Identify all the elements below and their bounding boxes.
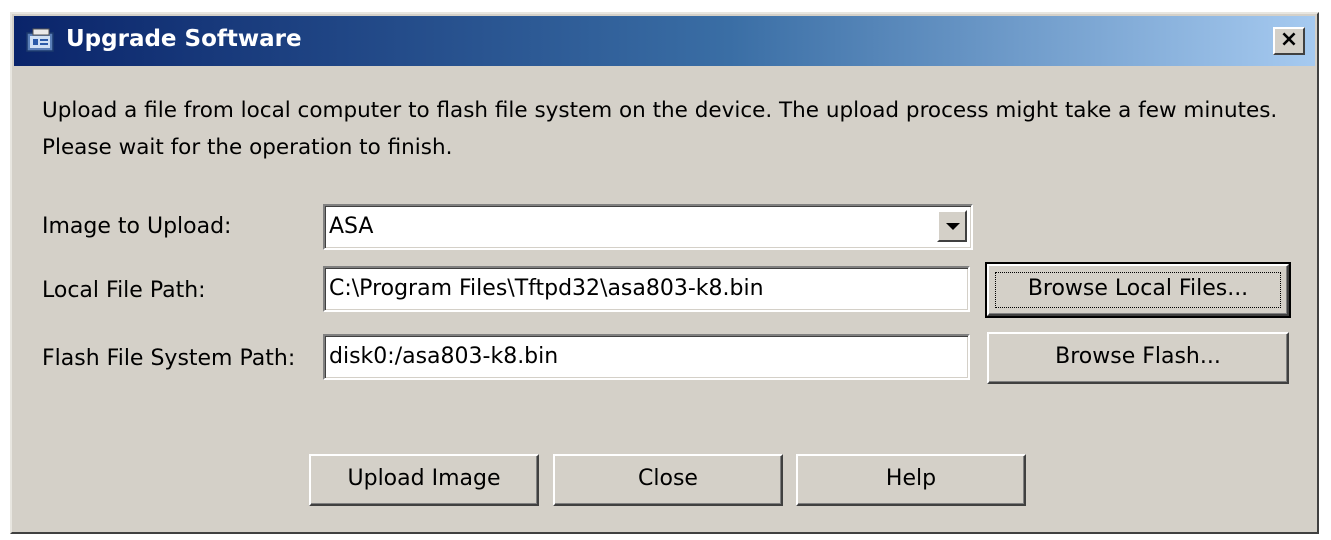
window-title: Upgrade Software	[66, 26, 302, 52]
title-bar[interactable]: Upgrade Software ×	[14, 16, 1315, 66]
browse-flash-label: Browse Flash...	[1055, 344, 1221, 369]
browse-flash-button[interactable]: Browse Flash...	[987, 332, 1289, 384]
upload-image-button[interactable]: Upload Image	[309, 454, 539, 506]
help-label: Help	[885, 466, 937, 491]
local-file-path-value: C:\Program Files\Tftpd32\asa803-k8.bin	[329, 276, 764, 301]
app-icon	[26, 28, 54, 52]
chevron-down-icon[interactable]	[937, 210, 967, 242]
image-to-upload-select[interactable]: ASA	[323, 204, 973, 250]
close-window-button[interactable]: ×	[1273, 27, 1305, 55]
close-button[interactable]: Close	[553, 454, 783, 506]
upgrade-software-dialog: Upgrade Software × Upload a file from lo…	[10, 12, 1319, 534]
flash-file-system-path-value: disk0:/asa803-k8.bin	[329, 344, 559, 369]
local-file-path-input[interactable]: C:\Program Files\Tftpd32\asa803-k8.bin	[323, 266, 970, 312]
image-to-upload-label: Image to Upload:	[42, 214, 232, 239]
image-to-upload-value: ASA	[329, 214, 374, 239]
close-icon: ×	[1279, 27, 1299, 52]
flash-file-system-path-input[interactable]: disk0:/asa803-k8.bin	[323, 334, 970, 380]
browse-local-files-label: Browse Local Files...	[1027, 276, 1249, 301]
flash-file-system-path-label: Flash File System Path:	[42, 346, 296, 371]
browse-local-files-button[interactable]: Browse Local Files...	[985, 262, 1291, 318]
help-button[interactable]: Help	[796, 454, 1026, 506]
close-label: Close	[638, 466, 698, 491]
local-file-path-label: Local File Path:	[42, 278, 206, 303]
description-text: Upload a file from local computer to fla…	[42, 98, 1278, 160]
upload-image-label: Upload Image	[347, 466, 501, 491]
